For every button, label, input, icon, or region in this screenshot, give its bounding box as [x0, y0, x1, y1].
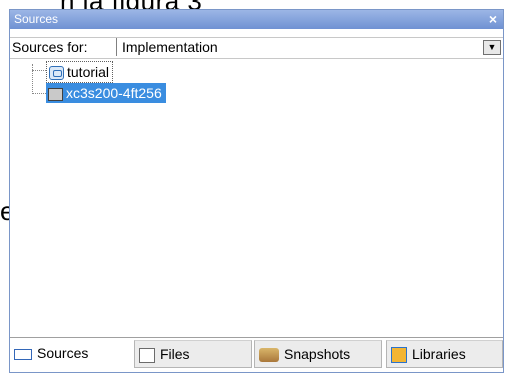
sources-for-select[interactable]: Implementation	[122, 38, 218, 56]
project-icon	[49, 66, 64, 81]
panel-titlebar: Sources ×	[10, 10, 503, 29]
sources-panel: Sources × Sources for: Implementation ▼ …	[9, 9, 504, 373]
snapshots-tab-icon	[259, 348, 279, 363]
tree-item-label: xc3s200-4ft256	[66, 85, 162, 101]
tab-snapshots[interactable]: Snapshots	[254, 340, 382, 368]
tree-connector	[32, 64, 33, 94]
sources-tab-icon	[14, 348, 32, 360]
tab-label: Snapshots	[284, 346, 351, 362]
tab-libraries[interactable]: Libraries	[386, 340, 503, 368]
chevron-down-icon[interactable]: ▼	[483, 40, 501, 55]
tree-connector	[32, 70, 46, 71]
tree-item-device[interactable]: xc3s200-4ft256	[46, 83, 166, 103]
files-tab-icon	[139, 347, 155, 363]
tab-label: Sources	[37, 345, 89, 361]
tab-label: Libraries	[412, 346, 466, 362]
panel-tabs: Sources Files Snapshots Libraries	[10, 337, 503, 372]
tree-item-label: tutorial	[67, 64, 110, 80]
libraries-tab-icon	[391, 347, 407, 364]
chip-icon	[48, 87, 63, 101]
sources-for-label: Sources for:	[12, 38, 117, 56]
tab-files[interactable]: Files	[134, 340, 252, 368]
sources-for-row: Sources for: Implementation ▼	[10, 37, 503, 59]
tree-item-tutorial[interactable]: tutorial	[46, 61, 114, 83]
close-icon[interactable]: ×	[489, 10, 497, 29]
tab-sources[interactable]: Sources	[10, 340, 130, 368]
source-tree: tutorial xc3s200-4ft256	[10, 58, 503, 336]
tab-label: Files	[160, 346, 190, 362]
tree-connector	[32, 93, 46, 94]
panel-title: Sources	[14, 12, 59, 26]
